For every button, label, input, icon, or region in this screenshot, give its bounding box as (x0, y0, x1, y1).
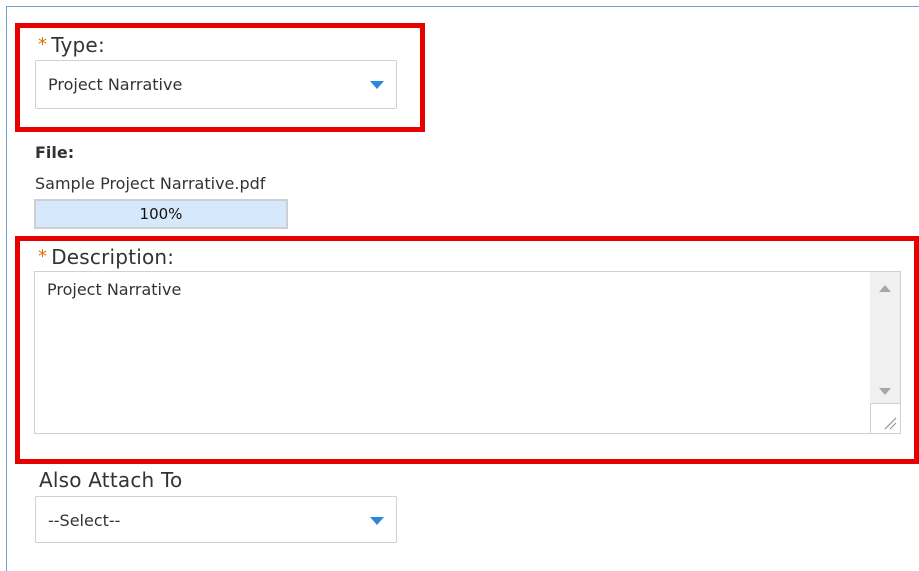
file-label: File: (35, 143, 75, 162)
also-attach-label: Also Attach To (39, 468, 183, 492)
upload-progress-bar: 100% (34, 199, 288, 229)
caret-down-icon (370, 517, 384, 525)
also-attach-select[interactable]: --Select-- (35, 496, 397, 543)
also-attach-select-value: --Select-- (48, 511, 121, 530)
type-highlight-box (15, 23, 425, 132)
file-name: Sample Project Narrative.pdf (35, 174, 266, 193)
upload-progress-text: 100% (139, 205, 183, 223)
description-highlight-box (15, 236, 919, 464)
